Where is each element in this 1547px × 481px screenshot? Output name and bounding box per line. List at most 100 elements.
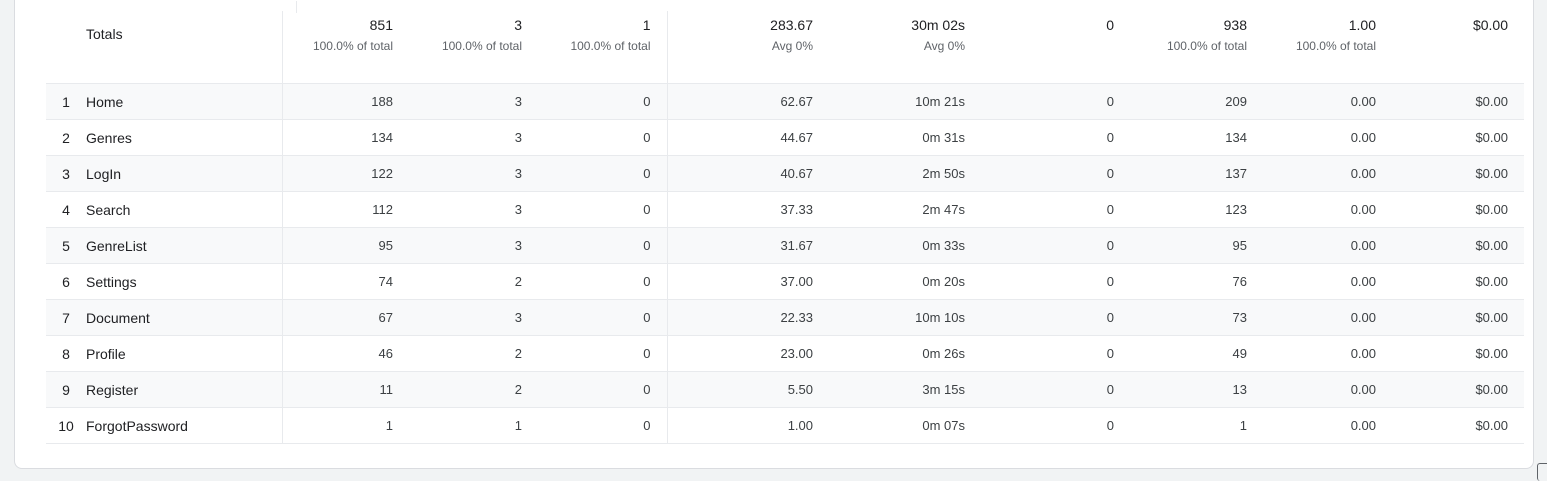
row-key-events-cell: 134: [1130, 119, 1263, 156]
table-row[interactable]: 3 LogIn 122 3 0 40.67 2m 50s 0 137 0.00 $0.00: [46, 155, 1524, 192]
totals-revenue-value: $0.00: [1472, 17, 1508, 33]
row-key-events-cell: 49: [1130, 335, 1263, 372]
row-event-count-cell: 0: [981, 227, 1130, 264]
totals-event-count-cell: 0: [981, 11, 1130, 84]
row-conversion-rate-cell: 0.00: [1263, 155, 1392, 192]
row-users-cell: 2: [409, 263, 538, 300]
row-revenue-cell: $0.00: [1392, 227, 1524, 264]
row-rank: 1: [46, 83, 86, 120]
row-rank: 6: [46, 263, 86, 300]
row-engagement-time-cell: 2m 50s: [829, 155, 981, 192]
totals-views-per-user-value: 283.67: [770, 17, 813, 33]
row-revenue-cell: $0.00: [1392, 335, 1524, 372]
row-event-count-cell: 0: [981, 191, 1130, 228]
table-row[interactable]: 7 Document 67 3 0 22.33 10m 10s 0 73 0.00 $0.00: [46, 299, 1524, 336]
row-engagement-time-cell: 2m 47s: [829, 191, 981, 228]
row-views-cell: 46: [281, 335, 409, 372]
row-new-users-cell: 0: [538, 263, 667, 300]
row-page-name[interactable]: Search: [86, 191, 282, 228]
table-row[interactable]: 5 GenreList 95 3 0 31.67 0m 33s 0 95 0.00 $0.00: [46, 227, 1524, 264]
row-page-name[interactable]: Register: [86, 371, 282, 408]
row-page-name[interactable]: Document: [86, 299, 282, 336]
table-row[interactable]: 2 Genres 134 3 0 44.67 0m 31s 0 134 0.00 $0.00: [46, 119, 1524, 156]
row-views-cell: 112: [281, 191, 409, 228]
row-key-events-cell: 137: [1130, 155, 1263, 192]
table-row[interactable]: 1 Home 188 3 0 62.67 10m 21s 0 209 0.00 $0.00: [46, 83, 1524, 120]
row-new-users-cell: 0: [538, 83, 667, 120]
row-page-name[interactable]: GenreList: [86, 227, 282, 264]
row-new-users-cell: 0: [538, 227, 667, 264]
table-row[interactable]: 8 Profile 46 2 0 23.00 0m 26s 0 49 0.00 $0.00: [46, 335, 1524, 372]
row-revenue-cell: $0.00: [1392, 407, 1524, 444]
row-rank: 4: [46, 191, 86, 228]
totals-views-value: 851: [369, 17, 393, 33]
row-views-per-user-cell: 44.67: [666, 119, 829, 156]
row-views-per-user-cell: 31.67: [666, 227, 829, 264]
row-event-count-cell: 0: [981, 263, 1130, 300]
row-revenue-cell: $0.00: [1392, 119, 1524, 156]
report-card: Totals 851 100.0% of total 3 100.0% of tota…: [14, 0, 1534, 469]
row-rank: 9: [46, 371, 86, 408]
row-views-cell: 95: [281, 227, 409, 264]
totals-event-count-value: 0: [1106, 17, 1114, 33]
row-users-cell: 3: [409, 299, 538, 336]
row-views-per-user-cell: 37.00: [666, 263, 829, 300]
row-users-cell: 3: [409, 119, 538, 156]
row-event-count-cell: 0: [981, 371, 1130, 408]
row-revenue-cell: $0.00: [1392, 299, 1524, 336]
row-page-name[interactable]: Genres: [86, 119, 282, 156]
row-revenue-cell: $0.00: [1392, 371, 1524, 408]
row-new-users-cell: 0: [538, 299, 667, 336]
row-key-events-cell: 76: [1130, 263, 1263, 300]
row-new-users-cell: 0: [538, 155, 667, 192]
table-row[interactable]: 4 Search 112 3 0 37.33 2m 47s 0 123 0.00 $0.00: [46, 191, 1524, 228]
totals-key-events-subtext: 100.0% of total: [1166, 39, 1247, 53]
row-views-per-user-cell: 23.00: [666, 335, 829, 372]
row-new-users-cell: 0: [538, 119, 667, 156]
row-new-users-cell: 0: [538, 335, 667, 372]
pages-table: Totals 851 100.0% of total 3 100.0% of tota…: [46, 11, 1524, 444]
row-users-cell: 1: [409, 407, 538, 444]
row-views-cell: 188: [281, 83, 409, 120]
row-page-name[interactable]: Home: [86, 83, 282, 120]
totals-new-users-subtext: 100.0% of total: [570, 39, 651, 53]
row-engagement-time-cell: 3m 15s: [829, 371, 981, 408]
table-row[interactable]: 9 Register 11 2 0 5.50 3m 15s 0 13 0.00 $0.00: [46, 371, 1524, 408]
row-new-users-cell: 0: [538, 407, 667, 444]
row-views-per-user-cell: 62.67: [666, 83, 829, 120]
totals-engagement-time-cell: 30m 02s Avg 0%: [829, 11, 981, 84]
row-event-count-cell: 0: [981, 335, 1130, 372]
row-event-count-cell: 0: [981, 83, 1130, 120]
row-rank: 5: [46, 227, 86, 264]
row-rank: 7: [46, 299, 86, 336]
row-rank: 2: [46, 119, 86, 156]
totals-conversion-rate-cell: 1.00 100.0% of total: [1263, 11, 1392, 84]
row-revenue-cell: $0.00: [1392, 263, 1524, 300]
table-row[interactable]: 10 ForgotPassword 1 1 0 1.00 0m 07s 0 1 0.00 $0.00: [46, 407, 1524, 444]
totals-conversion-rate-value: 1.00: [1348, 17, 1376, 33]
totals-key-events-cell: 938 100.0% of total: [1130, 11, 1263, 84]
totals-label: Totals: [86, 26, 123, 42]
row-key-events-cell: 13: [1130, 371, 1263, 408]
totals-key-events-value: 938: [1223, 17, 1247, 33]
row-conversion-rate-cell: 0.00: [1263, 191, 1392, 228]
expand-icon[interactable]: [1537, 463, 1547, 481]
totals-row: Totals 851 100.0% of total 3 100.0% of tota…: [46, 11, 1524, 84]
row-engagement-time-cell: 0m 31s: [829, 119, 981, 156]
row-views-cell: 67: [281, 299, 409, 336]
totals-engagement-time-value: 30m 02s: [911, 17, 965, 33]
row-page-name[interactable]: LogIn: [86, 155, 282, 192]
table-row[interactable]: 6 Settings 74 2 0 37.00 0m 20s 0 76 0.00 $0.00: [46, 263, 1524, 300]
row-page-name[interactable]: ForgotPassword: [86, 407, 282, 444]
row-users-cell: 2: [409, 335, 538, 372]
row-views-cell: 134: [281, 119, 409, 156]
row-conversion-rate-cell: 0.00: [1263, 227, 1392, 264]
row-page-name[interactable]: Profile: [86, 335, 282, 372]
row-key-events-cell: 123: [1130, 191, 1263, 228]
row-views-per-user-cell: 22.33: [666, 299, 829, 336]
totals-new-users-value: 1: [642, 17, 651, 33]
totals-views-subtext: 100.0% of total: [312, 39, 393, 53]
row-users-cell: 3: [409, 227, 538, 264]
row-conversion-rate-cell: 0.00: [1263, 335, 1392, 372]
row-page-name[interactable]: Settings: [86, 263, 282, 300]
